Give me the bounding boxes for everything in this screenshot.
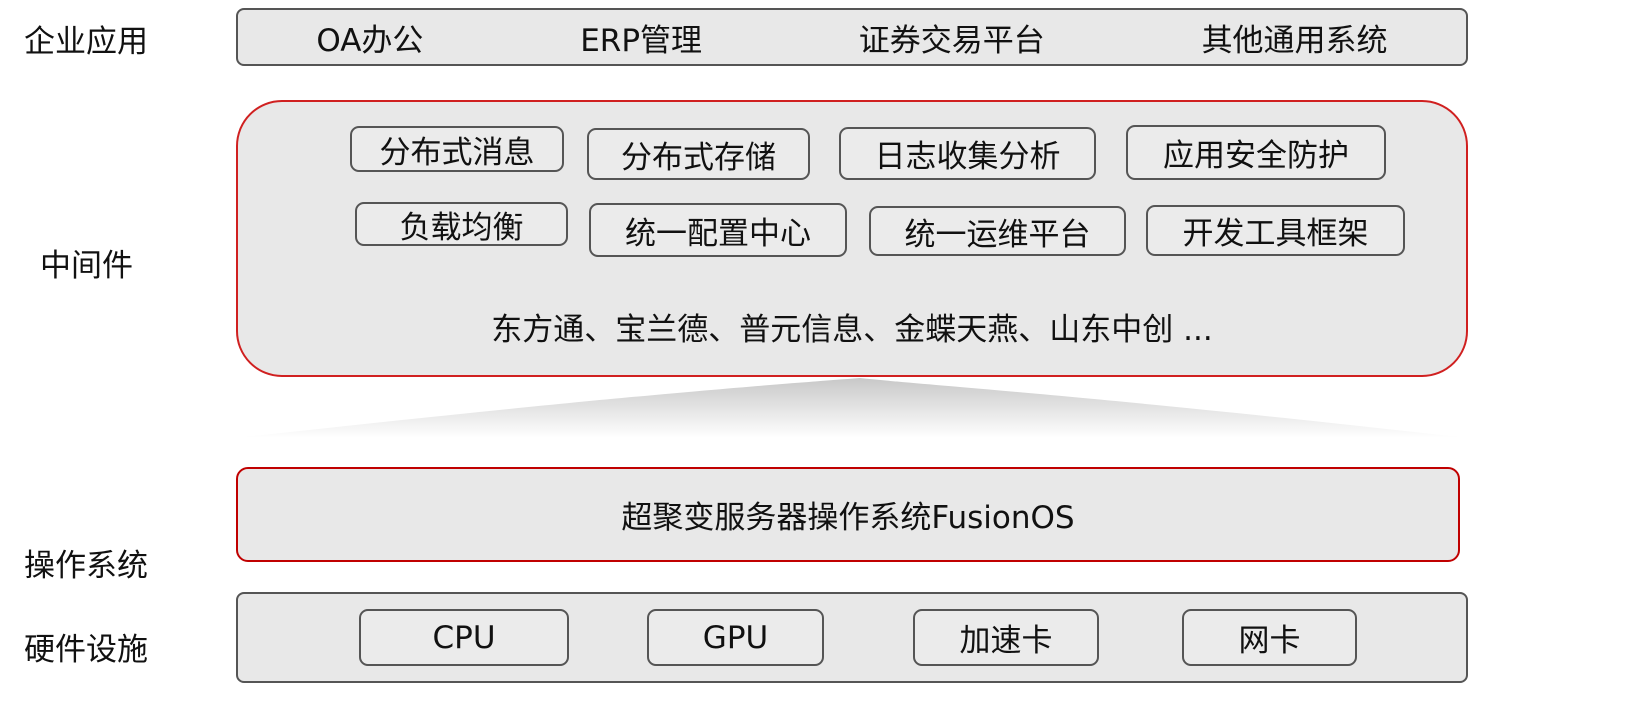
middleware-chip: 统一运维平台 [869,206,1126,256]
os-name: 超聚变服务器操作系统FusionOS [621,500,1075,536]
up-arrow-shape [236,378,1468,438]
hardware-chip: GPU [647,609,824,666]
hardware-chip: 网卡 [1182,609,1357,666]
layer-label-os: 操作系统 [24,548,148,584]
app-item: 证券交易平台 [858,22,1045,59]
middleware-chip: 日志收集分析 [839,127,1096,180]
middleware-chip: 开发工具框架 [1146,205,1405,256]
layer-label-enterprise-app: 企业应用 [24,24,148,60]
hardware-chip: CPU [359,609,569,666]
layer-label-hardware: 硬件设施 [24,632,148,668]
app-item: ERP管理 [580,22,703,59]
vendor-list: 东方通、宝兰德、普元信息、金蝶天燕、山东中创 ... [491,312,1213,348]
middleware-chip: 统一配置中心 [589,203,847,257]
enterprise-app-bar: OA办公 ERP管理 证券交易平台 其他通用系统 [236,8,1468,66]
middleware-chip: 分布式存储 [587,128,810,180]
middleware-chip: 应用安全防护 [1126,125,1386,180]
app-item: OA办公 [316,22,424,59]
middleware-chip: 负载均衡 [355,202,568,246]
layer-label-middleware: 中间件 [40,248,133,284]
os-box: 超聚变服务器操作系统FusionOS [236,467,1460,562]
middleware-chip: 分布式消息 [350,126,564,172]
app-item: 其他通用系统 [1201,22,1388,59]
hardware-chip: 加速卡 [913,609,1099,666]
